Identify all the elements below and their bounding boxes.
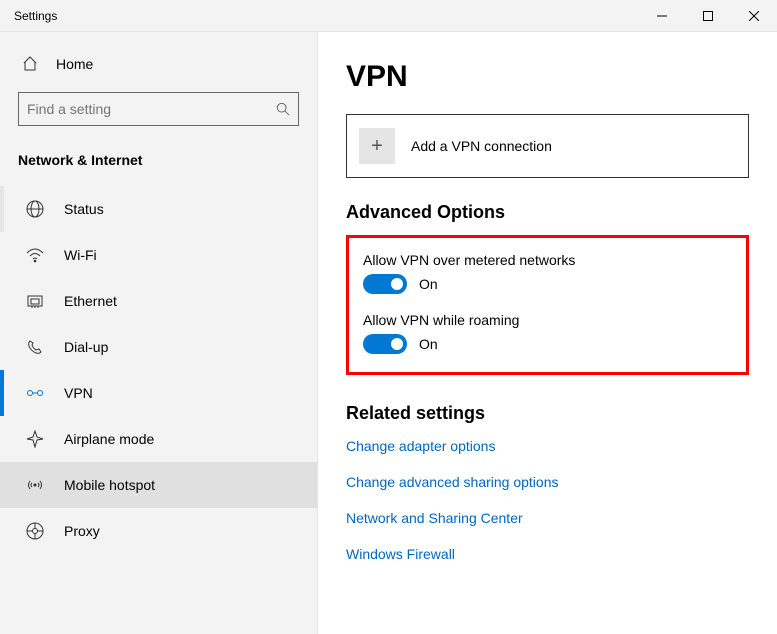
metered-toggle[interactable] xyxy=(363,274,407,294)
proxy-icon xyxy=(26,522,44,540)
link-adapter-options[interactable]: Change adapter options xyxy=(346,438,749,454)
sidebar-item-label: Mobile hotspot xyxy=(64,477,155,493)
related-heading: Related settings xyxy=(346,403,749,424)
hotspot-icon xyxy=(26,476,44,494)
home-nav[interactable]: Home xyxy=(0,46,317,82)
roaming-toggle[interactable] xyxy=(363,334,407,354)
related-settings: Related settings Change adapter options … xyxy=(346,403,749,562)
advanced-options-highlight: Allow VPN over metered networks On Allow… xyxy=(346,235,749,375)
link-network-sharing-center[interactable]: Network and Sharing Center xyxy=(346,510,749,526)
home-label: Home xyxy=(56,56,93,72)
link-sharing-options[interactable]: Change advanced sharing options xyxy=(346,474,749,490)
sidebar-item-label: Status xyxy=(64,201,104,217)
sidebar-item-label: VPN xyxy=(64,385,93,401)
sidebar-item-proxy[interactable]: Proxy xyxy=(0,508,317,554)
sidebar-item-label: Airplane mode xyxy=(64,431,154,447)
maximize-icon xyxy=(703,11,713,21)
toggle-knob xyxy=(391,338,403,350)
toggle-knob xyxy=(391,278,403,290)
main-content: VPN + Add a VPN connection Advanced Opti… xyxy=(318,32,777,634)
home-icon xyxy=(22,56,38,72)
sidebar-item-dialup[interactable]: Dial-up xyxy=(0,324,317,370)
plus-icon: + xyxy=(359,128,395,164)
maximize-button[interactable] xyxy=(685,0,731,32)
minimize-icon xyxy=(657,11,667,21)
minimize-button[interactable] xyxy=(639,0,685,32)
close-icon xyxy=(749,11,759,21)
vpn-icon xyxy=(26,384,44,402)
sidebar-item-label: Proxy xyxy=(64,523,100,539)
search-input[interactable] xyxy=(27,101,276,117)
close-button[interactable] xyxy=(731,0,777,32)
roaming-state: On xyxy=(419,336,438,352)
sidebar-item-label: Dial-up xyxy=(64,339,108,355)
sidebar-item-label: Ethernet xyxy=(64,293,117,309)
window-title: Settings xyxy=(0,9,639,23)
roaming-label: Allow VPN while roaming xyxy=(363,312,732,328)
sidebar: Home Network & Internet Status Wi-Fi Eth… xyxy=(0,32,318,634)
page-title: VPN xyxy=(346,60,749,94)
dialup-icon xyxy=(26,338,44,356)
wifi-icon xyxy=(26,246,44,264)
sidebar-item-hotspot[interactable]: Mobile hotspot xyxy=(0,462,317,508)
status-icon xyxy=(26,200,44,218)
sidebar-item-wifi[interactable]: Wi-Fi xyxy=(0,232,317,278)
advanced-options-heading: Advanced Options xyxy=(346,202,749,223)
sidebar-item-status[interactable]: Status xyxy=(0,186,317,232)
airplane-icon xyxy=(26,430,44,448)
link-windows-firewall[interactable]: Windows Firewall xyxy=(346,546,749,562)
add-vpn-button[interactable]: + Add a VPN connection xyxy=(346,114,749,178)
search-icon xyxy=(276,102,290,116)
add-vpn-label: Add a VPN connection xyxy=(411,138,552,154)
sidebar-item-airplane[interactable]: Airplane mode xyxy=(0,416,317,462)
search-box[interactable] xyxy=(18,92,299,126)
metered-label: Allow VPN over metered networks xyxy=(363,252,732,268)
title-bar: Settings xyxy=(0,0,777,32)
sidebar-item-ethernet[interactable]: Ethernet xyxy=(0,278,317,324)
sidebar-item-label: Wi-Fi xyxy=(64,247,97,263)
sidebar-item-vpn[interactable]: VPN xyxy=(0,370,317,416)
section-title: Network & Internet xyxy=(0,146,317,186)
metered-state: On xyxy=(419,276,438,292)
ethernet-icon xyxy=(26,292,44,310)
